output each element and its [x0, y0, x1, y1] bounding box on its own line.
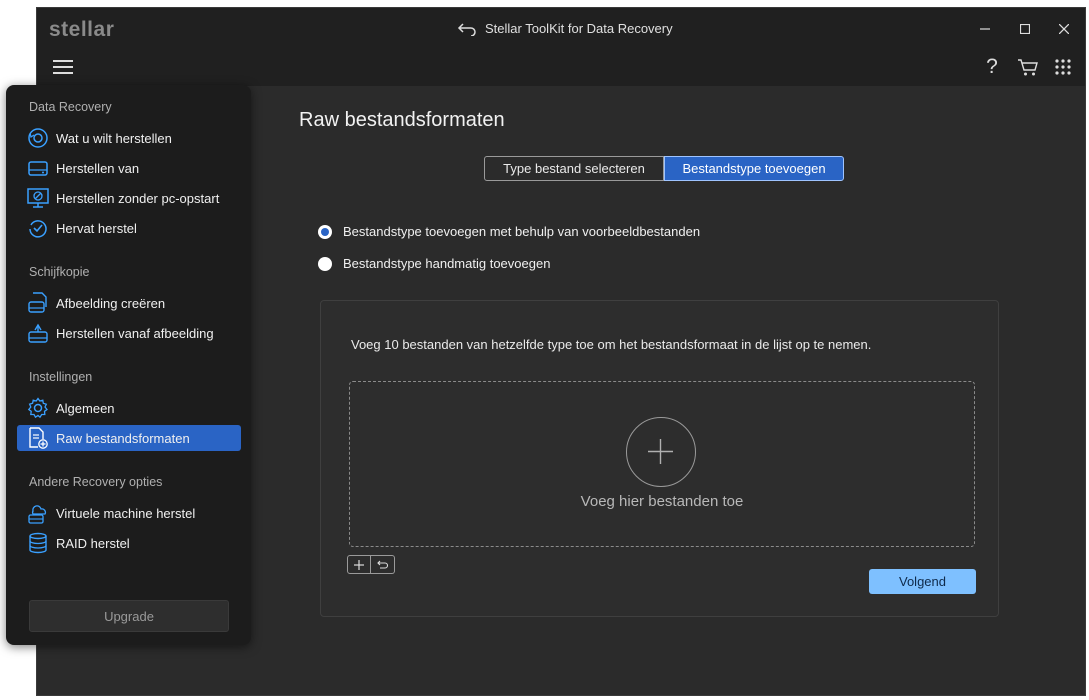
radio-button[interactable] — [318, 256, 332, 271]
restore-image-icon — [26, 321, 50, 345]
option-voorbeeldbestanden[interactable]: Bestandstype toevoegen met behulp van vo… — [318, 224, 700, 239]
sidebar-item-afbeelding-creeren[interactable]: Afbeelding creëren — [17, 290, 241, 316]
sidebar-item-herstellen-zonder-pc-opstart[interactable]: Herstellen zonder pc-opstart — [17, 185, 241, 211]
next-button[interactable]: Volgend — [869, 569, 976, 594]
sidebar-item-herstellen-van[interactable]: Herstellen van — [17, 155, 241, 181]
sidebar-item-herstellen-vanaf-afbeelding[interactable]: Herstellen vanaf afbeelding — [17, 320, 241, 346]
menu-icon[interactable] — [53, 56, 73, 76]
close-icon — [1059, 24, 1069, 34]
page-title: Raw bestandsformaten — [299, 109, 505, 131]
sidebar-item-wat-u-wilt-herstellen[interactable]: Wat u wilt herstellen — [17, 125, 241, 151]
maximize-button[interactable] — [1015, 19, 1035, 39]
radio-button-checked[interactable] — [318, 224, 332, 239]
raw-file-icon — [26, 426, 50, 450]
sidebar-item-label: Herstellen van — [56, 160, 140, 176]
undo-icon — [376, 560, 388, 569]
raid-icon — [26, 531, 50, 555]
add-files-button[interactable] — [626, 417, 696, 487]
instruction-text: Voeg 10 bestanden van hetzelfde type toe… — [351, 337, 872, 352]
sidebar-item-label: Hervat herstel — [56, 220, 137, 236]
sidebar-item-virtuele-machine-herstel[interactable]: Virtuele machine herstel — [17, 500, 241, 526]
option-label: Bestandstype handmatig toevoegen — [343, 256, 551, 271]
monitor-icon — [26, 186, 50, 210]
title-bar: stellar Stellar ToolKit for Data Recover… — [37, 8, 1085, 50]
stellar-logo: stellar — [49, 18, 115, 41]
tab-bestandstype-toevoegen[interactable]: Bestandstype toevoegen — [664, 156, 844, 181]
sidebar-item-label: Virtuele machine herstel — [56, 505, 196, 521]
add-button[interactable] — [347, 555, 371, 574]
maximize-icon — [1020, 24, 1030, 34]
toolbar: ? — [37, 50, 1085, 86]
back-arrow-icon — [457, 22, 476, 36]
sidebar-item-label: Herstellen vanaf afbeelding — [56, 325, 214, 341]
tab-bar: Type bestand selecteren Bestandstype toe… — [484, 156, 844, 181]
section-title-andere-recovery-opties: Andere Recovery opties — [29, 475, 163, 489]
tab-type-bestand-selecteren[interactable]: Type bestand selecteren — [484, 156, 664, 181]
restore-icon — [26, 126, 50, 150]
sidebar-item-label: RAID herstel — [56, 535, 130, 551]
window-title-text: Stellar ToolKit for Data Recovery — [485, 21, 673, 36]
sidebar-item-label: Herstellen zonder pc-opstart — [56, 190, 220, 206]
gear-icon — [26, 396, 50, 420]
resume-icon — [26, 216, 50, 240]
apps-grid-icon[interactable] — [1051, 54, 1075, 80]
list-actions — [347, 555, 395, 574]
sidebar: Data Recovery Wat u wilt herstellen Hers… — [6, 85, 251, 645]
option-handmatig[interactable]: Bestandstype handmatig toevoegen — [318, 256, 550, 271]
sidebar-item-hervat-herstel[interactable]: Hervat herstel — [17, 215, 241, 241]
minimize-icon — [980, 28, 990, 30]
sidebar-item-label: Raw bestandsformaten — [56, 430, 190, 446]
cart-icon[interactable] — [1016, 54, 1040, 80]
option-label: Bestandstype toevoegen met behulp van vo… — [343, 224, 701, 239]
sidebar-item-raid-herstel[interactable]: RAID herstel — [17, 530, 241, 556]
sidebar-item-raw-bestandsformaten[interactable]: Raw bestandsformaten — [17, 425, 241, 451]
minimize-button[interactable] — [975, 19, 995, 39]
help-icon[interactable]: ? — [980, 54, 1004, 80]
close-button[interactable] — [1054, 19, 1074, 39]
sidebar-item-label: Wat u wilt herstellen — [56, 130, 172, 146]
virtual-machine-icon — [26, 501, 50, 525]
section-title-schijfkopie: Schijfkopie — [29, 265, 90, 279]
plus-icon — [354, 559, 364, 570]
create-image-icon — [26, 291, 50, 315]
sidebar-item-label: Afbeelding creëren — [56, 295, 166, 311]
section-title-data-recovery: Data Recovery — [29, 100, 112, 114]
upgrade-button[interactable]: Upgrade — [29, 600, 229, 632]
undo-button[interactable] — [371, 555, 395, 574]
sidebar-item-label: Algemeen — [56, 400, 115, 416]
window-title: Stellar ToolKit for Data Recovery — [457, 21, 673, 36]
section-title-instellingen: Instellingen — [29, 370, 93, 384]
drive-icon — [26, 156, 50, 180]
dropzone-label: Voeg hier bestanden toe — [580, 493, 744, 510]
plus-icon — [648, 439, 673, 464]
sidebar-item-algemeen[interactable]: Algemeen — [17, 395, 241, 421]
